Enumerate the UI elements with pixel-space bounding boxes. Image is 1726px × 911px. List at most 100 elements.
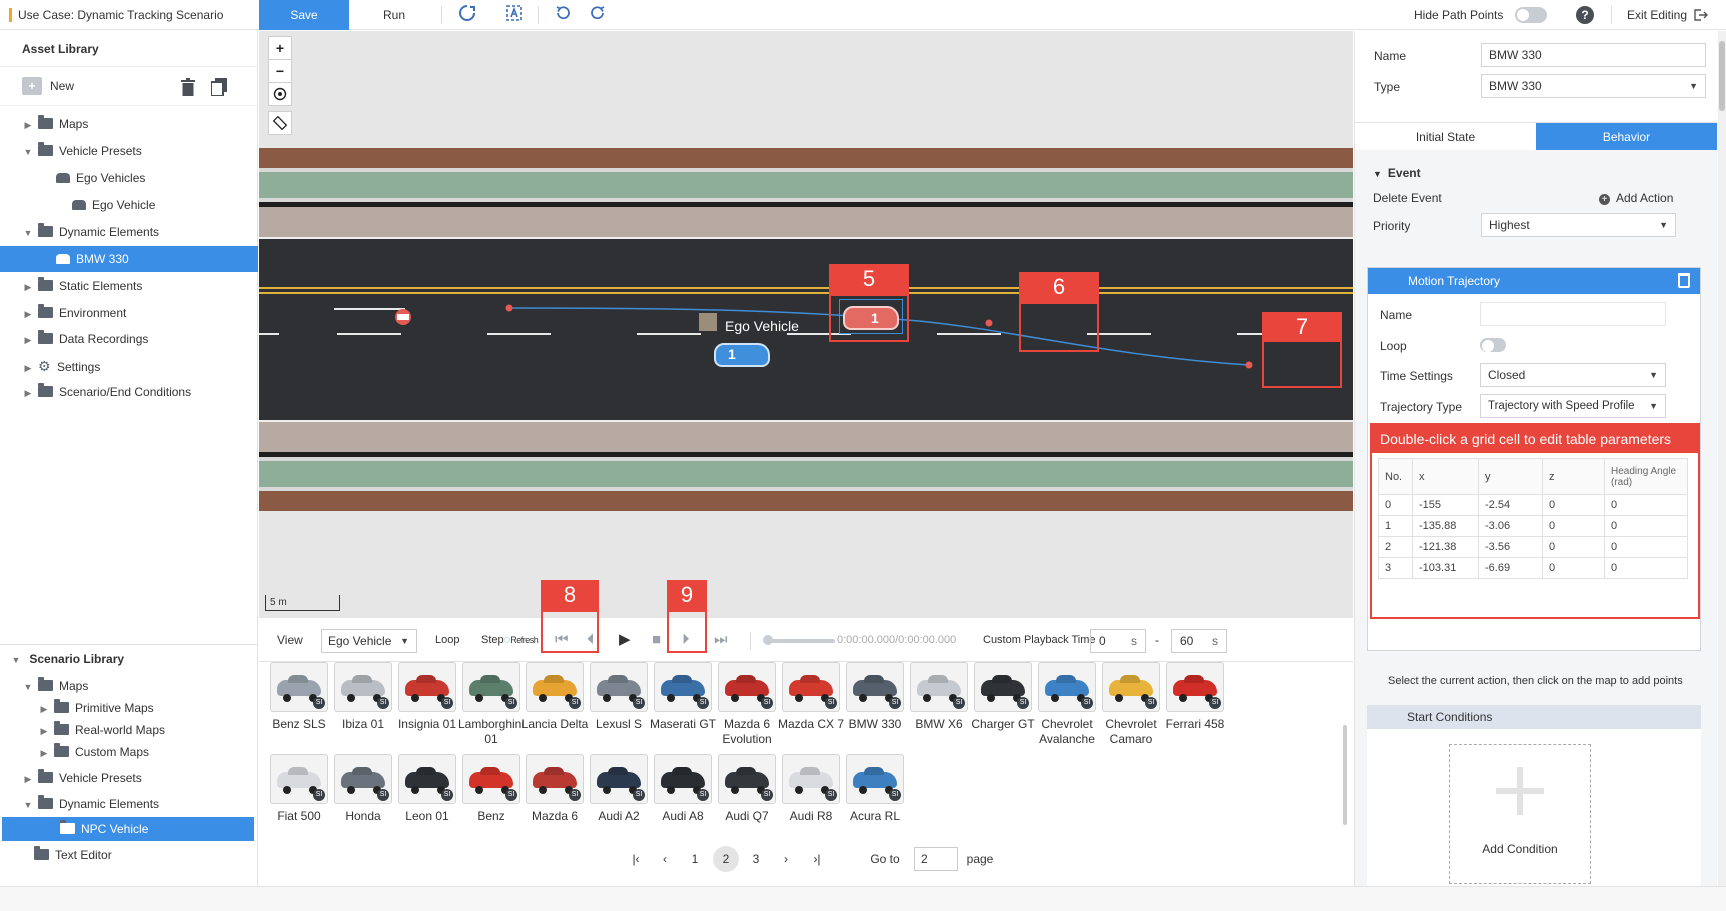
tree-item-ego-vehicle[interactable]: Ego Vehicle xyxy=(0,193,258,217)
ruler-button[interactable] xyxy=(268,111,292,135)
table-row[interactable]: 1 -135.88 -3.06 0 0 xyxy=(1378,515,1688,537)
caret-right-icon[interactable]: ▶ xyxy=(22,328,34,352)
page-3-button[interactable]: 3 xyxy=(743,846,769,872)
loop-button[interactable]: Loop xyxy=(435,618,459,663)
vehicle-card[interactable]: SI Charger GT xyxy=(968,662,1038,732)
table-cell[interactable]: 1 xyxy=(1378,515,1413,537)
name-input[interactable]: BMW 330 xyxy=(1481,43,1706,67)
page-1-button[interactable]: 1 xyxy=(682,846,708,872)
caret-right-icon[interactable]: ▶ xyxy=(22,113,34,137)
scenario-library-header[interactable]: ▼ Scenario Library xyxy=(0,647,258,671)
tree-item-bmw-330[interactable]: BMW 330 xyxy=(0,246,258,272)
table-row[interactable]: 0 -155 -2.54 0 0 xyxy=(1378,494,1688,516)
exit-editing-button[interactable]: Exit Editing xyxy=(1627,8,1709,22)
vehicle-card[interactable]: SI Audi A8 xyxy=(648,754,718,824)
type-select[interactable]: BMW 330 ▼ xyxy=(1481,74,1706,98)
playback-start-input[interactable]: 0s xyxy=(1090,629,1146,653)
vehicle-card[interactable]: SI Benz xyxy=(456,754,526,824)
priority-select[interactable]: Highest ▼ xyxy=(1481,213,1676,237)
caret-right-icon[interactable]: ▶ xyxy=(22,767,34,791)
trajectory-table[interactable]: No. x y z Heading Angle (rad) 0 -155 -2.54… xyxy=(1378,458,1688,579)
scenario-item-maps[interactable]: ▼ Maps xyxy=(0,674,258,698)
new-asset-button[interactable]: + New xyxy=(22,77,74,95)
page-2-button[interactable]: 2 xyxy=(713,846,739,872)
ego-vehicle[interactable]: 1 xyxy=(714,343,770,367)
caret-right-icon[interactable]: ▶ xyxy=(22,302,34,326)
trash-icon[interactable] xyxy=(1678,273,1690,288)
goto-page-input[interactable]: 2 xyxy=(914,847,958,871)
run-button[interactable]: Run xyxy=(349,0,439,30)
table-cell[interactable]: -121.38 xyxy=(1412,536,1479,558)
view-select[interactable]: Ego Vehicle ▼ xyxy=(321,629,417,653)
caret-down-icon[interactable]: ▼ xyxy=(10,648,22,672)
scenario-item-dynamic-elements[interactable]: ▼ Dynamic Elements xyxy=(0,792,258,816)
delete-icon[interactable] xyxy=(181,78,195,96)
tree-item-static-elements[interactable]: ▶ Static Elements xyxy=(0,274,258,298)
undo-icon[interactable] xyxy=(552,4,574,26)
tree-item-dynamic-elements[interactable]: ▼ Dynamic Elements xyxy=(0,220,258,244)
trajectory-type-select[interactable]: Trajectory with Speed Profile ▼ xyxy=(1480,394,1666,418)
vehicle-card[interactable]: SI Acura RL xyxy=(840,754,910,824)
start-conditions-header[interactable]: Start Conditions xyxy=(1367,705,1701,729)
table-cell[interactable]: -6.69 xyxy=(1478,557,1543,579)
mt-name-input[interactable] xyxy=(1480,302,1666,326)
table-cell[interactable]: -135.88 xyxy=(1412,515,1479,537)
vehicle-card[interactable]: SI Mazda 6 xyxy=(520,754,590,824)
vehicle-card[interactable]: SI Mazda CX 7 xyxy=(776,662,846,732)
table-cell[interactable]: -2.54 xyxy=(1478,494,1543,516)
vehicle-card[interactable]: SI Audi Q7 xyxy=(712,754,782,824)
vehicle-card[interactable]: SI Lancia Delta xyxy=(520,662,590,732)
vehicle-card[interactable]: SI Lamborghini 01 xyxy=(456,662,526,747)
tree-item-environment[interactable]: ▶ Environment xyxy=(0,301,258,325)
right-panel-scrollbar[interactable] xyxy=(1718,31,1726,886)
vehicle-card[interactable]: SI BMW 330 xyxy=(840,662,910,732)
tab-initial-state[interactable]: Initial State xyxy=(1355,123,1536,151)
table-cell[interactable]: 0 xyxy=(1604,557,1688,579)
playback-slider[interactable] xyxy=(763,635,835,645)
vehicle-card[interactable]: SI Ferrari 458 xyxy=(1160,662,1230,732)
vehicle-card[interactable]: SI Lexusl S xyxy=(584,662,654,732)
vehicle-card[interactable]: SI Benz SLS xyxy=(264,662,334,732)
select-region-icon[interactable] xyxy=(503,4,525,26)
scenario-item-real-world-maps[interactable]: ▶ Real-world Maps xyxy=(0,718,258,742)
scenario-item-custom-maps[interactable]: ▶ Custom Maps xyxy=(0,740,258,764)
table-cell[interactable]: 0 xyxy=(1378,494,1413,516)
vehicle-card[interactable]: SI Audi R8 xyxy=(776,754,846,824)
caret-right-icon[interactable]: ▶ xyxy=(22,381,34,405)
vehicle-card[interactable]: SI BMW X6 xyxy=(904,662,974,732)
scenario-item-vehicle-presets[interactable]: ▶ Vehicle Presets xyxy=(0,766,258,790)
vehicle-card[interactable]: SI Audi A2 xyxy=(584,754,654,824)
pan-icon[interactable] xyxy=(456,4,478,26)
save-button[interactable]: Save xyxy=(259,0,349,30)
tree-item-maps[interactable]: ▶ Maps xyxy=(0,112,258,136)
zoom-out-button[interactable]: − xyxy=(268,59,292,83)
caret-down-icon[interactable]: ▼ xyxy=(22,221,34,245)
redo-icon[interactable] xyxy=(587,4,609,26)
table-cell[interactable]: 0 xyxy=(1604,515,1688,537)
tree-item-settings[interactable]: ▶ ⚙ Settings xyxy=(0,354,258,378)
table-cell[interactable]: 0 xyxy=(1542,494,1605,516)
table-row[interactable]: 2 -121.38 -3.56 0 0 xyxy=(1378,536,1688,558)
vehicle-card[interactable]: SI Chevrolet Avalanche xyxy=(1032,662,1102,747)
last-page-button[interactable]: ›| xyxy=(804,846,830,872)
table-row[interactable]: 3 -103.31 -6.69 0 0 xyxy=(1378,557,1688,579)
scenario-item-primitive-maps[interactable]: ▶ Primitive Maps xyxy=(0,696,258,720)
vehicle-card[interactable]: SI Honda xyxy=(328,754,398,824)
vehicle-card[interactable]: SI Insignia 01 xyxy=(392,662,462,732)
vehicle-card[interactable]: SI Chevrolet Camaro xyxy=(1096,662,1166,747)
skip-end-icon[interactable]: ⏭ xyxy=(714,631,728,649)
table-cell[interactable]: -103.31 xyxy=(1412,557,1479,579)
tree-item-vehicle-presets[interactable]: ▼ Vehicle Presets xyxy=(0,139,258,163)
vehicle-card[interactable]: SI Fiat 500 xyxy=(264,754,334,824)
caret-right-icon[interactable]: ▶ xyxy=(22,356,34,380)
table-cell[interactable]: 0 xyxy=(1542,536,1605,558)
play-icon[interactable]: ▶ xyxy=(619,631,631,649)
tree-item-scenario-end-conditions[interactable]: ▶ Scenario/End Conditions xyxy=(0,380,258,404)
caret-right-icon[interactable]: ▶ xyxy=(38,741,50,765)
table-cell[interactable]: 0 xyxy=(1604,494,1688,516)
prev-page-button[interactable]: ‹ xyxy=(652,846,678,872)
event-header[interactable]: ▼ Event xyxy=(1373,166,1421,180)
table-cell[interactable]: -155 xyxy=(1412,494,1479,516)
scenario-item-text-editor[interactable]: Text Editor xyxy=(0,843,258,867)
caret-down-icon[interactable]: ▼ xyxy=(22,140,34,164)
